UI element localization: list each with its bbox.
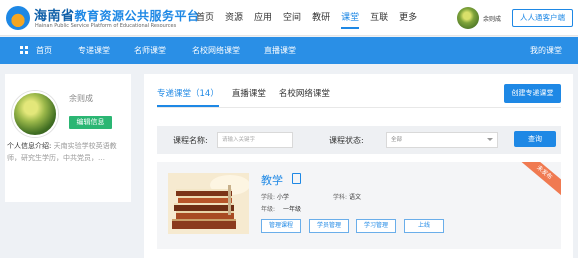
course-grade: 年级: 一年级 bbox=[261, 206, 301, 213]
grid-icon bbox=[20, 46, 28, 54]
user-avatar[interactable] bbox=[457, 7, 479, 29]
logo-emblem-icon bbox=[6, 6, 30, 30]
top-nav-classroom[interactable]: 课堂 bbox=[341, 10, 360, 29]
subnav-dedicated-classroom[interactable]: 专递课堂 bbox=[78, 45, 110, 56]
site-logo[interactable]: 海南省教育资源公共服务平台 Hainan Public Service Plat… bbox=[6, 5, 199, 31]
profile-name: 余则成 bbox=[69, 94, 93, 103]
course-stage: 学段: 小学 bbox=[261, 194, 289, 201]
top-nav-apps[interactable]: 应用 bbox=[254, 10, 272, 29]
profile-card: 余则成 编辑信息 个人信息介绍: 天南实验学校英语教师，研究生学历，中共党员，… bbox=[5, 74, 131, 202]
document-icon bbox=[292, 173, 301, 184]
course-thumbnail[interactable] bbox=[168, 173, 249, 234]
top-nav-connect[interactable]: 互联 bbox=[370, 10, 388, 29]
query-button[interactable]: 查询 bbox=[514, 131, 556, 147]
go-online-button[interactable]: 上线 bbox=[404, 219, 444, 233]
profile-intro: 个人信息介绍: 天南实验学校英语教师，研究生学历，中共党员，… bbox=[7, 140, 129, 164]
course-name-input[interactable]: 请输入关键字 bbox=[217, 132, 293, 148]
course-card: 教学 学段: 小学 学科: 语文 年级: 一年级 管理课程 学员管理 学习管理 … bbox=[157, 162, 561, 249]
top-nav-resources[interactable]: 资源 bbox=[225, 10, 243, 29]
top-header: 海南省教育资源公共服务平台 Hainan Public Service Plat… bbox=[0, 0, 578, 36]
classroom-nav-bar: 首页 专递课堂 名师课堂 名校网络课堂 直播课堂 我的课堂 bbox=[0, 37, 578, 64]
top-nav-space[interactable]: 空间 bbox=[283, 10, 301, 29]
client-download-button[interactable]: 人人通客户端 bbox=[512, 9, 573, 27]
chevron-down-icon bbox=[487, 138, 493, 141]
my-classroom-link[interactable]: 我的课堂 bbox=[530, 45, 562, 56]
subnav-home[interactable]: 首页 bbox=[36, 45, 52, 56]
subnav-master-teacher-classroom[interactable]: 名师课堂 bbox=[134, 45, 166, 56]
course-name-label: 课程名称: bbox=[173, 136, 208, 145]
top-nav-research[interactable]: 教研 bbox=[312, 10, 330, 29]
course-title[interactable]: 教学 bbox=[261, 172, 283, 188]
logo-title: 海南省教育资源公共服务平台 bbox=[34, 9, 200, 24]
top-nav-more[interactable]: 更多 bbox=[399, 10, 417, 29]
tab-dedicated-classroom[interactable]: 专递课堂（14） bbox=[157, 87, 219, 107]
course-status-label: 课程状态: bbox=[329, 136, 364, 145]
create-classroom-button[interactable]: 创建专递课堂 bbox=[504, 84, 561, 103]
logo-subtitle: Hainan Public Service Platform of Educat… bbox=[35, 23, 177, 29]
classroom-main-panel: 专递课堂（14） 直播课堂 名校网络课堂 创建专递课堂 课程名称: 请输入关键字… bbox=[144, 74, 573, 258]
top-nav: 首页 资源 应用 空间 教研 课堂 互联 更多 bbox=[196, 10, 428, 29]
classroom-tabs: 专递课堂（14） 直播课堂 名校网络课堂 bbox=[157, 87, 343, 107]
tab-live-classroom[interactable]: 直播课堂 bbox=[232, 87, 266, 107]
subnav-live-classroom[interactable]: 直播课堂 bbox=[264, 45, 296, 56]
tabs-divider bbox=[157, 107, 561, 108]
top-nav-home[interactable]: 首页 bbox=[196, 10, 214, 29]
course-subject: 学科: 语文 bbox=[333, 194, 361, 201]
subnav-school-online-classroom[interactable]: 名校网络课堂 bbox=[192, 45, 240, 56]
course-status-select[interactable]: 全部 bbox=[386, 132, 498, 148]
filter-bar: 课程名称: 请输入关键字 课程状态: 全部 查询 bbox=[157, 126, 561, 154]
course-status-value: 全部 bbox=[391, 137, 403, 143]
profile-intro-label: 个人信息介绍: bbox=[7, 142, 52, 150]
profile-avatar bbox=[12, 91, 58, 137]
unpublished-ribbon: 未发布 bbox=[516, 162, 561, 198]
tab-school-online-classroom[interactable]: 名校网络课堂 bbox=[279, 87, 330, 107]
manage-course-button[interactable]: 管理课程 bbox=[261, 219, 301, 233]
learning-management-button[interactable]: 学习管理 bbox=[356, 219, 396, 233]
edit-profile-button[interactable]: 编辑信息 bbox=[69, 116, 112, 129]
student-management-button[interactable]: 学员管理 bbox=[309, 219, 349, 233]
books-icon bbox=[168, 173, 249, 234]
user-name[interactable]: 余则成 bbox=[483, 14, 501, 23]
